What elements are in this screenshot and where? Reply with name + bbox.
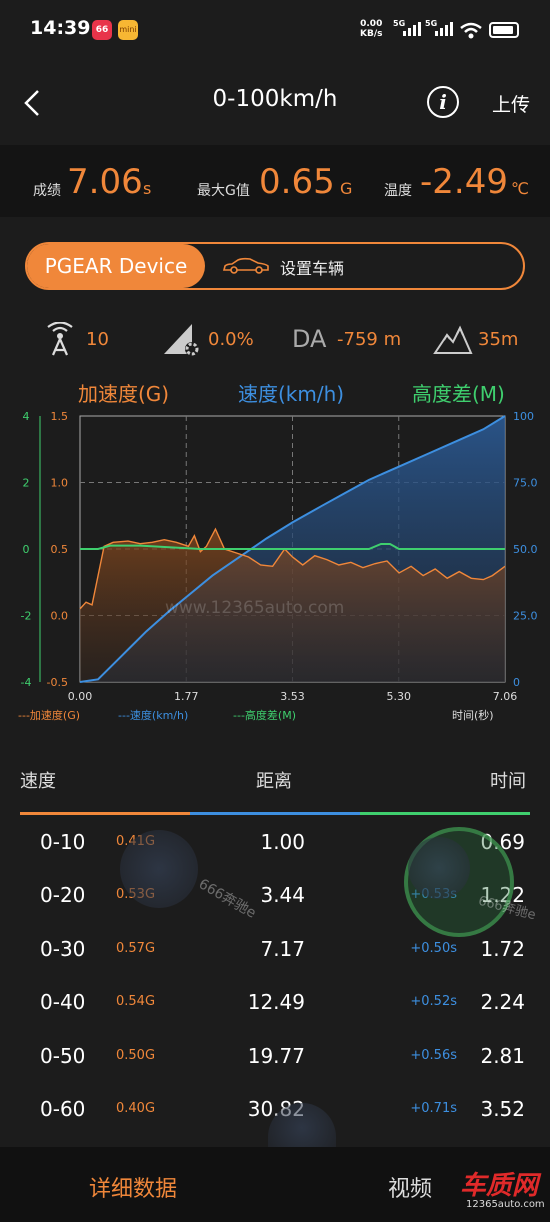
max-g-cell: 0.54G [116,994,156,1010]
network-speed-value: 0.00 [360,19,383,29]
speed-range-cell: 0-20 [40,883,86,908]
x-tick-label: 5.30 [387,690,412,703]
network-speed-unit: KB/s [360,29,383,39]
distance-cell: 1.00 [260,830,305,854]
distance-cell: 7.17 [260,936,305,961]
x-tick-label: 3.53 [280,690,305,703]
accel-tick-label: 1.0 [51,477,69,490]
speed-range-cell: 0-10 [40,830,86,854]
legend-accel: ---加速度(G) [18,708,80,722]
speed-tick-label: 75.0 [513,477,538,490]
acceleration-chart: 4 2 0 -2 -4 1.5 1.0 0.5 0.0 -0.5 100 75.0 50.0 25.0 0 0… [18,410,538,722]
table-header-time: 时间 [490,771,526,792]
table-divider-orange [20,812,190,815]
watermark-avatar-2 [408,837,470,899]
height-tick-label: 2 [23,477,30,490]
watermark-avatar [120,830,198,908]
speed-range-cell: 0-60 [40,1097,86,1121]
results-summary: 成绩 7.06 s 最大G值 0.65 G 温度 -2.49 ℃ [0,145,550,217]
table-divider-green [360,812,530,815]
speed-tick-label: 25.0 [513,610,538,623]
tab-vehicle-settings[interactable]: 设置车辆 [280,255,344,279]
x-axis-label: 时间(秒) [452,708,494,722]
max-g-label: 最大G值 [197,183,250,199]
signal-icon-2 [435,22,453,36]
delta-time-cell: +0.56s [410,1047,457,1063]
slope-icon [164,324,199,356]
density-altitude-value: -759 m [337,329,402,350]
max-g-cell: 0.57G [116,940,156,956]
distance-cell: 19.77 [247,1043,305,1068]
speed-tick-label: 0 [513,676,520,689]
time-cell: 2.24 [480,990,525,1015]
temperature-unit: ℃ [511,179,529,198]
height-tick-label: 4 [23,410,30,423]
satellite-count: 10 [86,329,109,350]
status-bar: 14:39 66 mini 0.00 KB/s 5G 5G [0,0,550,60]
table-header-distance: 距离 [256,771,292,792]
car-icon[interactable] [222,257,270,275]
status-time: 14:39 [30,17,91,39]
device-toggle: PGEAR Device 设置车辆 [25,242,525,290]
altitude-value: 35m [478,329,519,350]
table-divider-blue [190,812,360,815]
signal-icon [403,22,421,36]
max-g-cell: 0.50G [116,1047,156,1063]
tab-video[interactable]: 视频 [388,1171,432,1203]
x-tick-label: 0.00 [68,690,93,703]
legend-speed: ---速度(km/h) [118,708,188,722]
height-tick-label: 0 [23,543,30,556]
slope-value: 0.0% [208,329,254,350]
time-cell: 1.72 [480,936,525,961]
logo-url: 12365auto.com [466,1199,545,1210]
speed-range-cell: 0-40 [40,990,86,1015]
density-altitude-label: DA [292,325,327,353]
delta-time-cell: +0.52s [410,994,457,1010]
max-g-cell: 0.40G [116,1101,156,1116]
satellite-icon [47,322,73,356]
time-cell: 3.52 [480,1097,525,1121]
time-cell: 2.81 [480,1043,525,1068]
legend-height: ---高度差(M) [233,708,296,722]
battery-icon [489,22,519,38]
speed-tick-label: 100 [513,410,534,423]
speed-range-cell: 0-30 [40,936,86,961]
watermark-text: www.12365auto.com [165,598,345,618]
accel-tick-label: 1.5 [51,410,69,423]
network-speed: 0.00 KB/s [360,19,382,39]
score-unit: s [143,179,152,198]
x-tick-label: 7.06 [493,690,518,703]
x-tick-label: 1.77 [174,690,199,703]
app-notification-icon: 66 [92,20,112,40]
temperature-value: -2.49 [420,162,508,202]
accel-tick-label: -0.5 [47,676,68,689]
accel-tick-label: 0.5 [51,543,69,556]
table-row: 0-40 0.54G 12.49 +0.52s 2.24 [0,980,550,1030]
score-label: 成绩 [33,183,61,199]
bottom-nav: 详细数据 视频 车质网 12365auto.com [0,1147,550,1222]
wifi-icon [460,22,482,39]
distance-cell: 12.49 [247,990,305,1015]
score-value: 7.06 [67,162,143,202]
speed-range-cell: 0-50 [40,1043,86,1068]
app-notification-icon-2: mini [118,20,138,40]
mountain-icon [433,325,473,354]
speed-tick-label: 50.0 [513,543,538,556]
logo: 车质网 [460,1171,539,1201]
info-icon[interactable]: i [427,86,459,118]
tab-detail-data[interactable]: 详细数据 [89,1171,177,1203]
height-tick-label: -2 [21,610,32,623]
delta-time-cell: +0.71s [410,1101,457,1116]
delta-time-cell: +0.50s [410,940,457,956]
tab-pgear-device[interactable]: PGEAR Device [27,244,205,288]
upload-button[interactable]: 上传 [492,90,530,117]
accel-tick-label: 0.0 [51,610,69,623]
page-title: 0-100km/h [212,86,338,112]
max-g-unit: G [340,179,353,198]
table-row: 0-50 0.50G 19.77 +0.56s 2.81 [0,1034,550,1084]
table-header-speed: 速度 [20,771,56,792]
temperature-label: 温度 [384,183,412,199]
max-g-value: 0.65 [259,162,335,202]
height-tick-label: -4 [21,676,32,689]
